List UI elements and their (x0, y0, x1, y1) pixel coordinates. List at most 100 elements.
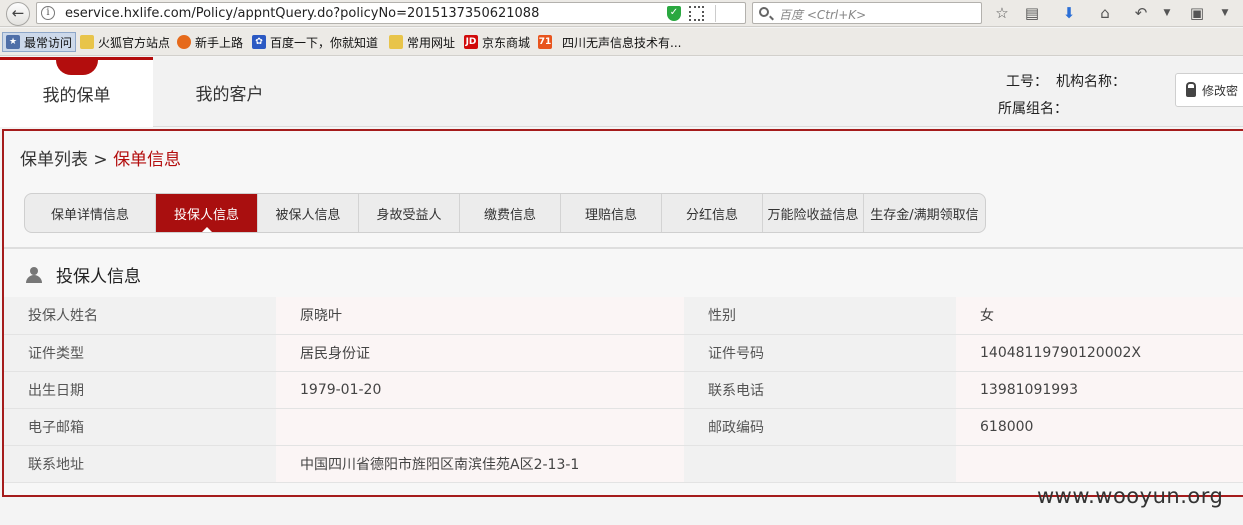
tab-dividend-info[interactable]: 分红信息 (662, 194, 763, 232)
menu-dropdown-icon[interactable]: ▼ (1214, 2, 1236, 24)
crop-icon[interactable]: ▣ (1186, 2, 1208, 24)
table-row: 出生日期 1979-01-20 联系电话 13981091993 (4, 371, 1243, 409)
field-value: 14048119790120002X (956, 334, 1243, 372)
group-label: 所属组名： (998, 101, 1068, 117)
tab-policy-details[interactable]: 保单详情信息 (25, 194, 156, 232)
bookmark-item[interactable]: JD 京东商城 (464, 33, 530, 51)
tab-my-policies[interactable]: 我的保单 (0, 57, 153, 127)
star-icon: ★ (6, 35, 20, 49)
table-row: 联系地址 中国四川省德阳市旌阳区南滨佳苑A区2-13-1 (4, 445, 1243, 483)
back-button[interactable]: ← (6, 2, 30, 26)
bookmark-star-icon[interactable]: ☆ (991, 2, 1013, 24)
tab-label: 身故受益人 (376, 207, 442, 223)
folder-icon (80, 35, 94, 49)
bookmark-label: 京东商城 (482, 35, 531, 50)
modify-password-button[interactable]: 修改密 (1175, 73, 1243, 107)
tab-label: 缴费信息 (483, 207, 536, 223)
field-value (276, 408, 684, 446)
policy-subtabs: 保单详情信息 投保人信息 被保人信息 身故受益人 缴费信息 理赔信息 分红信息 … (24, 193, 986, 233)
org-name-label: 机构名称： (1056, 74, 1126, 90)
app-header: 我的保单 我的客户 工号： 机构名称： 所属组名： 修改密 (0, 57, 1243, 127)
modify-password-label: 修改密 (1202, 83, 1239, 98)
dropdown-icon[interactable]: ▼ (1156, 2, 1178, 24)
tab-label: 投保人信息 (173, 207, 239, 223)
home-icon[interactable]: ⌂ (1094, 2, 1116, 24)
field-value (956, 445, 1243, 483)
field-label: 出生日期 (4, 371, 276, 409)
field-value: 13981091993 (956, 371, 1243, 409)
search-input[interactable]: 百度 <Ctrl+K> (779, 6, 866, 23)
field-label (684, 445, 956, 483)
logo (56, 60, 98, 75)
tab-label: 保单详情信息 (50, 207, 129, 223)
url-bar[interactable]: i eservice.hxlife.com/Policy/appntQuery.… (36, 2, 770, 24)
qr-code-icon[interactable] (689, 6, 704, 21)
field-value: 1979-01-20 (276, 371, 684, 409)
site-icon: 71 (538, 35, 552, 49)
tab-applicant-info[interactable]: 投保人信息 (156, 194, 258, 232)
field-value: 618000 (956, 408, 1243, 446)
tab-label: 理赔信息 (584, 207, 637, 223)
field-label: 性别 (684, 297, 956, 335)
breadcrumb-separator: > (93, 150, 108, 170)
breadcrumb-current: 保单信息 (113, 150, 182, 170)
url-separator (715, 5, 716, 22)
baidu-icon: ✿ (252, 35, 266, 49)
bookmarks-bar: ★ 最常访问 火狐官方站点 新手上路 ✿ 百度一下，你就知道 常用网址 JD 京… (0, 28, 1243, 56)
info-icon[interactable]: i (41, 6, 55, 20)
url-text[interactable]: eservice.hxlife.com/Policy/appntQuery.do… (65, 6, 539, 21)
bookmark-label: 百度一下，你就知道 (270, 35, 379, 50)
field-label: 证件类型 (4, 334, 276, 372)
tab-label: 我的客户 (195, 84, 264, 105)
download-icon[interactable]: ⬇ (1058, 2, 1080, 24)
tab-label: 万能险收益信息 (767, 207, 859, 223)
policy-info-panel: 保单列表 > 保单信息 保单详情信息 投保人信息 被保人信息 身故受益人 缴费信… (2, 129, 1243, 497)
tab-payment-info[interactable]: 缴费信息 (460, 194, 561, 232)
breadcrumb: 保单列表 > 保单信息 (20, 145, 181, 170)
field-label: 电子邮箱 (4, 408, 276, 446)
section-title: 投保人信息 (26, 262, 141, 287)
tab-universal-income[interactable]: 万能险收益信息 (763, 194, 864, 232)
table-row: 投保人姓名 原晓叶 性别 女 (4, 297, 1243, 335)
tab-claims-info[interactable]: 理赔信息 (561, 194, 662, 232)
undo-icon[interactable]: ↶ (1130, 2, 1152, 24)
applicant-info-table: 投保人姓名 原晓叶 性别 女 证件类型 居民身份证 证件号码 140481197… (4, 297, 1243, 483)
search-bar[interactable]: 百度 <Ctrl+K> (752, 2, 982, 24)
bookmark-item[interactable]: 火狐官方站点 (80, 33, 170, 51)
field-value: 女 (956, 297, 1243, 335)
tab-label: 被保人信息 (275, 207, 341, 223)
bookmark-label: 常用网址 (407, 35, 456, 50)
section-title-text: 投保人信息 (56, 267, 141, 287)
bookmark-label: 新手上路 (195, 35, 244, 50)
shield-icon[interactable]: ✓ (667, 6, 681, 21)
watermark: www.wooyun.org (1037, 484, 1224, 508)
bookmark-item[interactable]: 新手上路 (177, 33, 243, 51)
search-icon (759, 7, 769, 17)
bookmark-label: 最常访问 (24, 35, 73, 50)
lock-icon (1186, 82, 1196, 97)
field-value: 居民身份证 (276, 334, 684, 372)
bookmark-item[interactable]: 常用网址 (389, 33, 455, 51)
bookmark-item[interactable]: ★ 最常访问 (2, 32, 77, 52)
tab-survival-benefit[interactable]: 生存金/满期领取信 (864, 194, 985, 232)
tab-label: 生存金/满期领取信 (870, 207, 979, 223)
field-label: 投保人姓名 (4, 297, 276, 335)
jd-icon: JD (464, 35, 478, 49)
folder-icon (389, 35, 403, 49)
field-value: 中国四川省德阳市旌阳区南滨佳苑A区2-13-1 (276, 445, 684, 483)
field-label: 邮政编码 (684, 408, 956, 446)
table-row: 电子邮箱 邮政编码 618000 (4, 408, 1243, 446)
tab-label: 我的保单 (42, 86, 111, 106)
tab-beneficiary[interactable]: 身故受益人 (359, 194, 460, 232)
bookmark-item[interactable]: 71 四川无声信息技术有... (538, 33, 681, 51)
bookmark-item[interactable]: ✿ 百度一下，你就知道 (252, 33, 378, 51)
table-row: 证件类型 居民身份证 证件号码 14048119790120002X (4, 334, 1243, 372)
user-icon (26, 266, 42, 283)
browser-toolbar: ← i eservice.hxlife.com/Policy/appntQuer… (0, 0, 1243, 27)
reading-list-icon[interactable]: ▤ (1021, 2, 1043, 24)
bookmark-label: 火狐官方站点 (98, 35, 171, 50)
tab-insured-info[interactable]: 被保人信息 (258, 194, 359, 232)
bookmark-label: 四川无声信息技术有... (562, 35, 682, 50)
breadcrumb-parent[interactable]: 保单列表 (20, 150, 88, 170)
tab-my-customers[interactable]: 我的客户 (153, 57, 306, 127)
